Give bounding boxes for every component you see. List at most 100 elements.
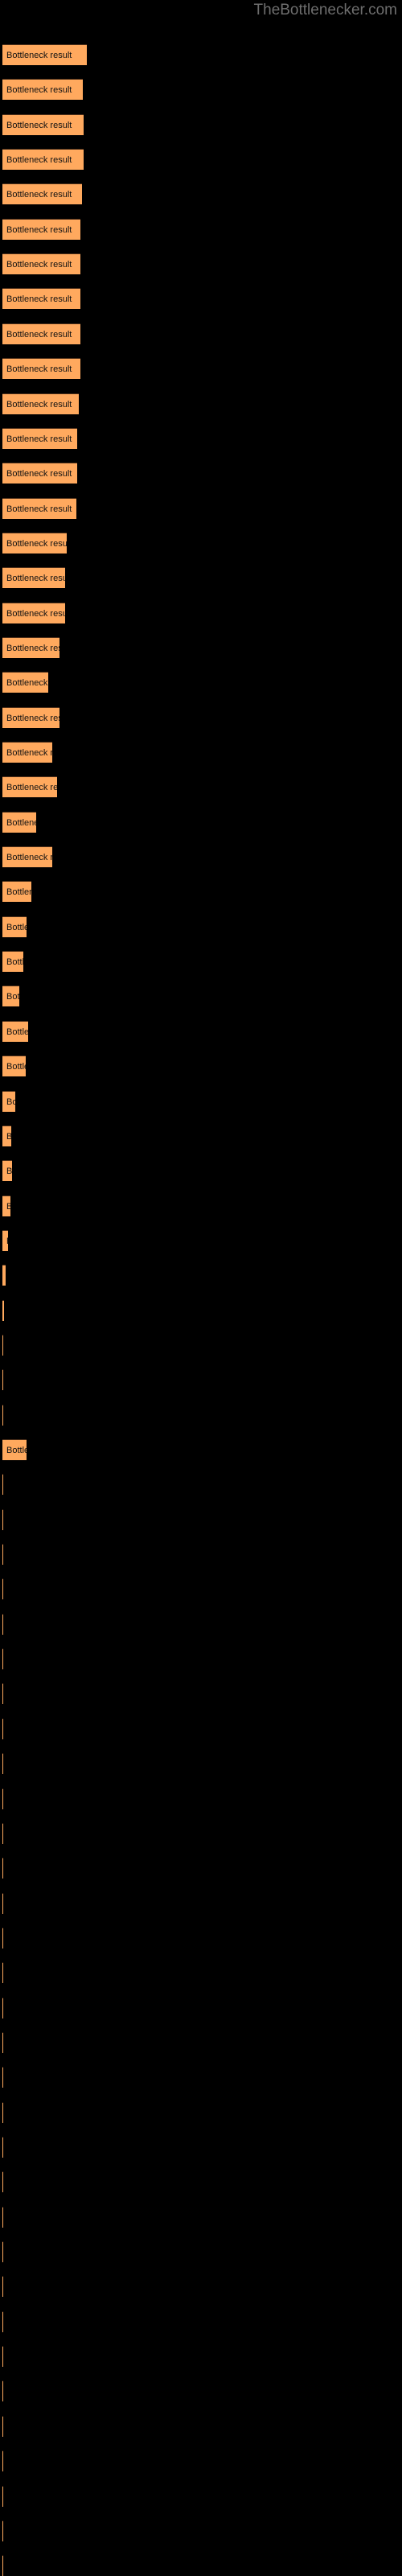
bar[interactable]: Bottleneck result <box>2 1334 3 1356</box>
bar[interactable]: Bottleneck result <box>2 1229 8 1251</box>
bar-row: Bottleneck result <box>0 1020 402 1042</box>
bar[interactable]: Bottleneck result <box>2 1858 3 1879</box>
bar-row: Bottleneck result <box>0 1962 402 1984</box>
bar[interactable]: Bottleneck result <box>2 2137 3 2158</box>
bar[interactable]: Bottleneck result <box>2 2485 3 2507</box>
bar-label: Bottleneck result <box>6 817 36 828</box>
bar[interactable]: Bottleneck result <box>2 323 80 344</box>
bar[interactable]: Bottleneck result <box>2 358 80 380</box>
bar[interactable]: Bottleneck result <box>2 113 84 135</box>
bar-label: Bottleneck result <box>6 399 72 409</box>
bar[interactable]: Bottleneck result <box>2 1683 3 1705</box>
bar-label: Bottleneck result <box>6 469 72 479</box>
bar[interactable]: Bottleneck result <box>2 2067 3 2088</box>
bar[interactable]: Bottleneck result <box>2 1578 3 1600</box>
bar[interactable]: Bottleneck result <box>2 2206 3 2228</box>
bar[interactable]: Bottleneck result <box>2 1788 3 1809</box>
bar-row: Bottleneck result <box>0 916 402 937</box>
bar[interactable]: Bottleneck result <box>2 253 80 275</box>
bar[interactable]: Bottleneck result <box>2 1822 3 1844</box>
bar[interactable]: Bottleneck result <box>2 1020 28 1042</box>
bar[interactable]: Bottleneck result <box>2 2346 3 2368</box>
bar[interactable]: Bottleneck result <box>2 1265 6 1286</box>
bar-label: Bottleneck result <box>6 1027 28 1037</box>
bar-row: Bottleneck result <box>0 1683 402 1705</box>
bar[interactable]: Bottleneck result <box>2 1613 3 1635</box>
bar-label: Bottleneck result <box>6 434 72 444</box>
bar-label: Bottleneck result <box>6 364 72 375</box>
bar[interactable]: Bottleneck result <box>2 532 67 553</box>
bar[interactable]: Bottleneck result <box>2 2031 3 2053</box>
bar[interactable]: Bottleneck result <box>2 2276 3 2298</box>
bar[interactable]: Bottleneck result <box>2 602 65 623</box>
bar[interactable]: Bottleneck result <box>2 1090 15 1112</box>
bar[interactable]: Bottleneck result <box>2 567 65 589</box>
bar-row: Bottleneck result <box>0 2311 402 2332</box>
bar[interactable]: Bottleneck result <box>2 44 87 65</box>
bar[interactable]: Bottleneck result <box>2 2415 3 2437</box>
bar[interactable]: Bottleneck result <box>2 1648 3 1670</box>
bar[interactable]: Bottleneck result <box>2 1125 11 1146</box>
bar[interactable]: Bottleneck result <box>2 288 80 310</box>
bar-row: Bottleneck result <box>0 1822 402 1844</box>
bar[interactable]: Bottleneck result <box>2 1962 3 1984</box>
bar[interactable]: Bottleneck result <box>2 2381 3 2402</box>
bar[interactable]: Bottleneck result <box>2 672 48 693</box>
bar[interactable]: Bottleneck result <box>2 2311 3 2332</box>
bar-label: Bottleneck result <box>6 992 19 1002</box>
bar-row: Bottleneck result <box>0 1334 402 1356</box>
bar[interactable]: Bottleneck result <box>2 1544 3 1566</box>
bar[interactable]: Bottleneck result <box>2 1195 10 1216</box>
bar[interactable]: Bottleneck result <box>2 1892 3 1914</box>
bar-row: Bottleneck result <box>0 706 402 728</box>
bar[interactable]: Bottleneck result <box>2 881 31 903</box>
bar-row: Bottleneck result <box>0 951 402 973</box>
bar[interactable]: Bottleneck result <box>2 1160 12 1182</box>
bar[interactable]: Bottleneck result <box>2 149 84 171</box>
bar[interactable]: Bottleneck result <box>2 776 57 798</box>
bar[interactable]: Bottleneck result <box>2 1997 3 2018</box>
bar-row: Bottleneck result <box>0 113 402 135</box>
bar[interactable]: Bottleneck result <box>2 1439 27 1460</box>
bar[interactable]: Bottleneck result <box>2 2171 3 2193</box>
bar-row: Bottleneck result <box>0 2555 402 2576</box>
bar[interactable]: Bottleneck result <box>2 1927 3 1948</box>
bar[interactable]: Bottleneck result <box>2 2520 3 2541</box>
bar[interactable]: Bottleneck result <box>2 916 27 937</box>
bar[interactable]: Bottleneck result <box>2 427 77 449</box>
bar[interactable]: Bottleneck result <box>2 742 52 763</box>
bar[interactable]: Bottleneck result <box>2 393 79 414</box>
bar[interactable]: Bottleneck result <box>2 1056 26 1077</box>
bar[interactable]: Bottleneck result <box>2 951 23 973</box>
bar-row: Bottleneck result <box>0 1648 402 1670</box>
bar-label: Bottleneck result <box>6 1126 11 1146</box>
bar[interactable]: Bottleneck result <box>2 1369 3 1391</box>
bar[interactable]: Bottleneck result <box>2 706 59 728</box>
bar[interactable]: Bottleneck result <box>2 2555 3 2576</box>
bar[interactable]: Bottleneck result <box>2 183 82 205</box>
bar[interactable]: Bottleneck result <box>2 1753 3 1775</box>
bar[interactable]: Bottleneck result <box>2 1299 4 1321</box>
bar-row: Bottleneck result <box>0 846 402 868</box>
bar-label: Bottleneck result <box>6 608 65 619</box>
bar-row: Bottleneck result <box>0 1229 402 1251</box>
bar[interactable]: Bottleneck result <box>2 2101 3 2123</box>
bar[interactable]: Bottleneck result <box>2 846 52 868</box>
bar[interactable]: Bottleneck result <box>2 1508 3 1530</box>
bar[interactable]: Bottleneck result <box>2 497 76 519</box>
bar[interactable]: Bottleneck result <box>2 1404 3 1426</box>
bar-label: Bottleneck result <box>6 120 72 130</box>
bar[interactable]: Bottleneck result <box>2 986 19 1007</box>
bar[interactable]: Bottleneck result <box>2 463 77 484</box>
bar-row: Bottleneck result <box>0 1858 402 1879</box>
bar[interactable]: Bottleneck result <box>2 2241 3 2263</box>
bar[interactable]: Bottleneck result <box>2 636 59 658</box>
bar[interactable]: Bottleneck result <box>2 1474 3 1496</box>
bar[interactable]: Bottleneck result <box>2 1718 3 1739</box>
bar[interactable]: Bottleneck result <box>2 2450 3 2472</box>
bar-label: Bottleneck result <box>6 155 72 166</box>
bar-label: Bottleneck result <box>6 713 59 723</box>
bar[interactable]: Bottleneck result <box>2 811 36 833</box>
bar[interactable]: Bottleneck result <box>2 79 83 101</box>
bar[interactable]: Bottleneck result <box>2 218 80 240</box>
